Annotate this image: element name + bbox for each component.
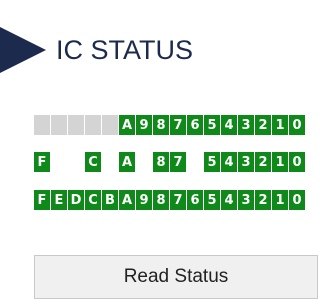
bit-cell [34,115,50,135]
bit-cell: 5 [204,190,220,210]
page-title: IC STATUS [56,34,194,65]
bit-cell: F [34,152,50,172]
bit-cell: D [68,190,84,210]
bit-cell [187,152,203,172]
bit-cell: 1 [272,190,288,210]
bit-cell [68,115,84,135]
bit-cell: F [34,190,50,210]
bit-cell: 7 [170,190,186,210]
bit-cell: 0 [289,115,305,135]
bit-cell: A [119,152,135,172]
status-row-3: FEDCBA9876543210 [34,190,305,210]
bit-cell: 6 [187,190,203,210]
bit-cell: 9 [136,190,152,210]
bit-cell: 3 [238,152,254,172]
bit-cell: 8 [153,152,169,172]
bit-cell: 2 [255,115,271,135]
bit-cell: 8 [153,190,169,210]
bit-cell: 1 [272,152,288,172]
bit-cell: 3 [238,190,254,210]
bit-cell [136,152,152,172]
bit-cell: A [119,190,135,210]
bit-cell: 6 [187,115,203,135]
bit-cell: C [85,152,101,172]
bit-cell: E [51,190,67,210]
bit-cell: B [102,190,118,210]
play-triangle-icon [0,27,46,73]
bit-cell [51,115,67,135]
bit-cell: 9 [136,115,152,135]
bit-cell: 3 [238,115,254,135]
bit-cell [85,115,101,135]
read-status-button[interactable]: Read Status [34,255,318,299]
bit-cell: 8 [153,115,169,135]
bit-cell: 7 [170,115,186,135]
header: IC STATUS [0,22,193,78]
bit-cell: 0 [289,152,305,172]
bit-cell: 7 [170,152,186,172]
bit-cell: 2 [255,152,271,172]
bit-cell [102,115,118,135]
bit-cell [51,152,67,172]
bit-cell [68,152,84,172]
bit-cell [102,152,118,172]
bit-cell: 0 [289,190,305,210]
status-row-1: A9876543210 [34,115,305,135]
bit-cell: 4 [221,190,237,210]
bit-cell: 4 [221,115,237,135]
status-row-2: F CA87543210 [34,152,305,172]
bit-cell: 1 [272,115,288,135]
bit-cell: 5 [204,152,220,172]
bit-cell: 4 [221,152,237,172]
bit-cell: C [85,190,101,210]
bit-cell: 2 [255,190,271,210]
bit-cell: A [119,115,135,135]
bit-cell: 5 [204,115,220,135]
